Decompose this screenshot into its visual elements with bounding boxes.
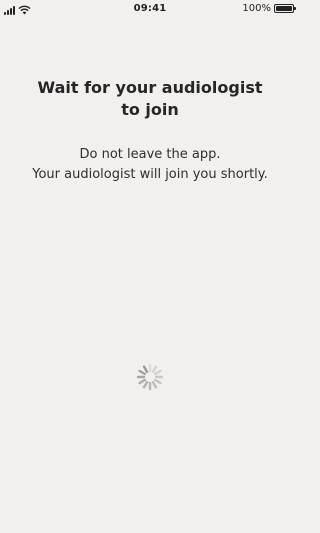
spinner-spoke xyxy=(142,380,149,389)
spinner-spoke xyxy=(142,365,149,374)
spinner-spoke xyxy=(153,369,162,376)
spinner-spoke xyxy=(151,365,158,374)
title-line-2: to join xyxy=(121,100,179,119)
message-line-1: Do not leave the app. xyxy=(79,147,221,162)
title-line-1: Wait for your audiologist xyxy=(37,78,263,97)
status-bar: 09:41 100% xyxy=(0,0,300,18)
page-title: Wait for your audiologist to join xyxy=(20,77,280,121)
battery-percent: 100% xyxy=(242,3,271,14)
spinner-spoke xyxy=(153,378,162,385)
waiting-message: Do not leave the app. Your audiologist w… xyxy=(10,145,290,185)
message-line-2: Your audiologist will join you shortly. xyxy=(32,167,268,182)
loading-spinner-icon xyxy=(135,362,165,392)
battery-icon xyxy=(274,4,296,13)
spinner-spoke xyxy=(151,380,158,389)
spinner-spoke xyxy=(138,369,147,376)
spinner-spoke xyxy=(138,378,147,385)
status-right: 100% xyxy=(242,3,296,14)
